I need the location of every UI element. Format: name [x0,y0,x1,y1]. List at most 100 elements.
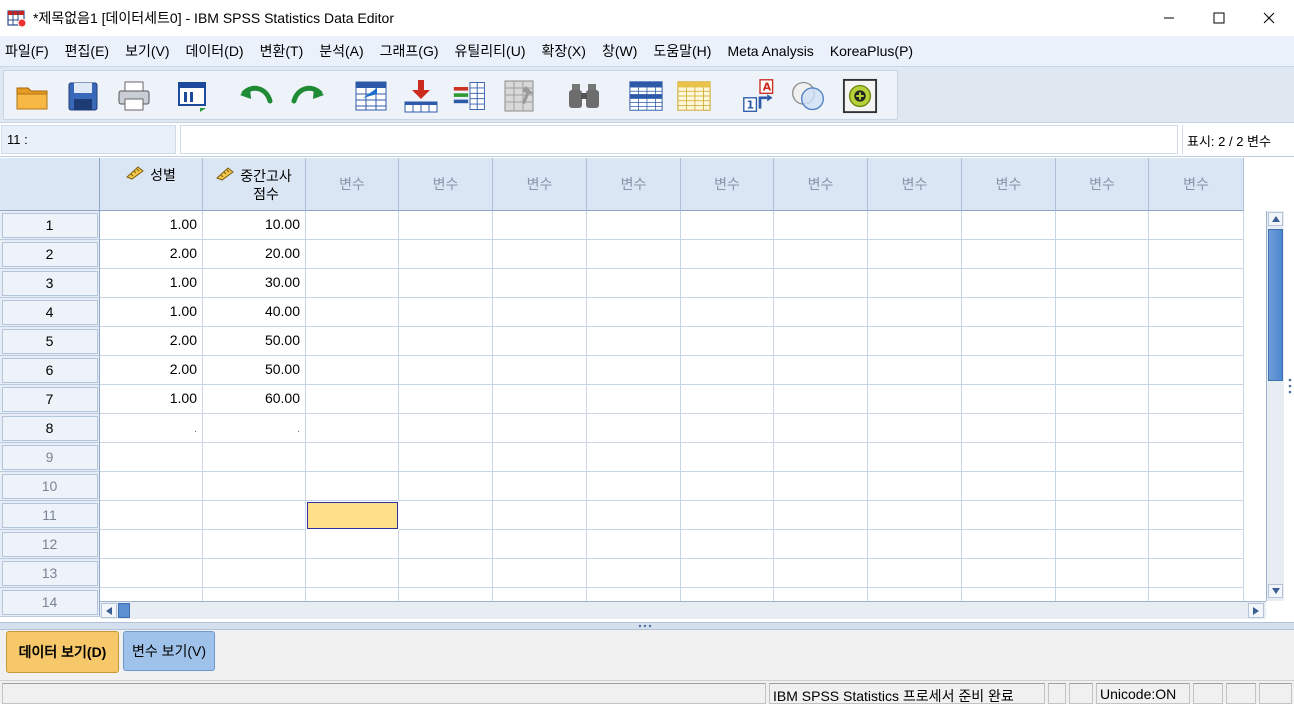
variable-column-header[interactable]: 성별 [100,158,203,211]
empty-cell[interactable] [493,211,587,240]
row-header[interactable]: 7 [0,385,100,414]
data-cell[interactable]: 1.00 [100,211,203,240]
empty-cell[interactable] [1149,269,1244,298]
data-cell[interactable]: 40.00 [203,298,306,327]
empty-cell[interactable] [868,443,962,472]
empty-cell[interactable] [1056,240,1149,269]
empty-cell[interactable] [868,501,962,530]
extension-button[interactable] [842,78,878,114]
resize-grip[interactable] [1286,214,1294,574]
pane-splitter[interactable] [0,622,1294,630]
row-header[interactable]: 14 [0,588,100,617]
empty-cell[interactable] [587,501,681,530]
empty-cell[interactable] [1056,327,1149,356]
empty-cell[interactable] [493,414,587,443]
menu-item-2[interactable]: 보기(V) [120,41,180,61]
empty-cell[interactable] [962,269,1056,298]
data-cell[interactable]: 1.00 [100,385,203,414]
empty-cell[interactable] [587,269,681,298]
empty-cell[interactable] [962,472,1056,501]
empty-variable-column-header[interactable]: 변수 [681,158,774,211]
empty-variable-column-header[interactable]: 변수 [1149,158,1244,211]
empty-variable-column-header[interactable]: 변수 [306,158,399,211]
empty-cell[interactable] [1149,414,1244,443]
scroll-right-button[interactable] [1248,603,1264,618]
row-header[interactable]: 9 [0,443,100,472]
empty-cell[interactable] [306,472,399,501]
tab-variable-view[interactable]: 변수 보기(V) [123,631,215,671]
vertical-scroll-thumb[interactable] [1268,229,1283,381]
empty-cell[interactable] [306,414,399,443]
empty-cell[interactable] [1056,472,1149,501]
empty-cell[interactable] [1056,298,1149,327]
empty-cell[interactable] [774,414,868,443]
empty-cell[interactable] [399,472,493,501]
data-cell[interactable] [100,443,203,472]
data-cell[interactable]: . [100,414,203,443]
undo-button[interactable] [238,78,274,114]
row-header[interactable]: 10 [0,472,100,501]
menu-item-4[interactable]: 변환(T) [255,41,315,61]
insert-cases-button[interactable] [628,78,664,114]
menu-item-3[interactable]: 데이터(D) [181,41,255,61]
row-header[interactable]: 13 [0,559,100,588]
empty-cell[interactable] [493,530,587,559]
empty-cell[interactable] [681,559,774,588]
empty-cell[interactable] [774,269,868,298]
data-cell[interactable] [100,472,203,501]
run-descriptives-button[interactable] [502,78,538,114]
find-button[interactable] [566,78,602,114]
empty-cell[interactable] [306,443,399,472]
empty-cell[interactable] [962,327,1056,356]
value-labels-button[interactable]: A 1 [742,78,778,114]
empty-cell[interactable] [1149,356,1244,385]
empty-cell[interactable] [681,240,774,269]
empty-cell[interactable] [681,472,774,501]
empty-cell[interactable] [306,211,399,240]
menu-item-10[interactable]: 도움말(H) [648,41,722,61]
empty-cell[interactable] [681,530,774,559]
empty-cell[interactable] [587,356,681,385]
empty-variable-column-header[interactable]: 변수 [774,158,868,211]
empty-cell[interactable] [774,356,868,385]
data-cell[interactable]: 2.00 [100,240,203,269]
cell-reference[interactable]: 11 : [1,125,176,154]
empty-cell[interactable] [587,443,681,472]
empty-cell[interactable] [306,385,399,414]
empty-cell[interactable] [587,472,681,501]
empty-cell[interactable] [868,530,962,559]
empty-cell[interactable] [1056,414,1149,443]
empty-cell[interactable] [1149,472,1244,501]
empty-cell[interactable] [681,298,774,327]
use-sets-button[interactable] [790,78,826,114]
empty-cell[interactable] [399,443,493,472]
empty-cell[interactable] [962,501,1056,530]
empty-cell[interactable] [493,385,587,414]
menu-item-7[interactable]: 유틸리티(U) [450,41,537,61]
empty-cell[interactable] [399,240,493,269]
data-cell[interactable]: . [203,414,306,443]
empty-cell[interactable] [1149,559,1244,588]
insert-variable-button[interactable] [676,78,712,114]
empty-cell[interactable] [587,211,681,240]
menu-item-8[interactable]: 확장(X) [537,41,597,61]
empty-cell[interactable] [399,269,493,298]
empty-variable-column-header[interactable]: 변수 [962,158,1056,211]
row-header[interactable]: 5 [0,327,100,356]
empty-cell[interactable] [868,385,962,414]
data-cell[interactable]: 60.00 [203,385,306,414]
cell-value-input[interactable] [180,125,1178,154]
data-cell[interactable]: 10.00 [203,211,306,240]
empty-cell[interactable] [587,240,681,269]
empty-cell[interactable] [493,559,587,588]
maximize-button[interactable] [1194,0,1244,36]
scroll-down-button[interactable] [1268,584,1283,598]
empty-cell[interactable] [1056,269,1149,298]
empty-cell[interactable] [962,385,1056,414]
empty-variable-column-header[interactable]: 변수 [493,158,587,211]
save-button[interactable] [65,78,101,114]
empty-cell[interactable] [306,269,399,298]
empty-cell[interactable] [1149,443,1244,472]
empty-cell[interactable] [587,385,681,414]
empty-cell[interactable] [493,269,587,298]
